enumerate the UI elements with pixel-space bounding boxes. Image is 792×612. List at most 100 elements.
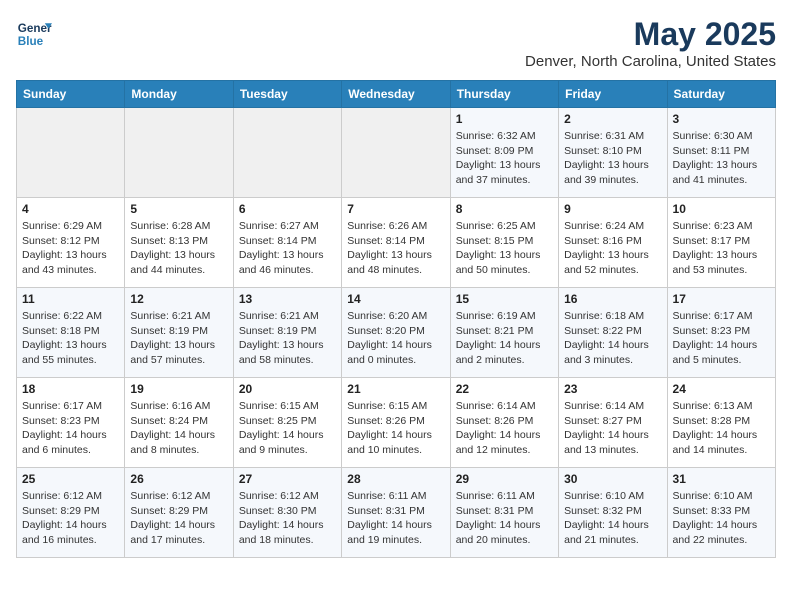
calendar-cell: 12 Sunrise: 6:21 AM Sunset: 8:19 PM Dayli… xyxy=(125,288,233,378)
day-info: Sunrise: 6:20 AM Sunset: 8:20 PM Dayligh… xyxy=(347,309,444,368)
calendar-cell: 15Sunrise: 6:19 AM Sunset: 8:21 PM Dayli… xyxy=(450,288,558,378)
day-number: 28 xyxy=(347,472,444,486)
logo: General Blue xyxy=(16,16,52,52)
header-friday: Friday xyxy=(559,81,667,108)
day-info: Sunrise: 6:10 AM Sunset: 8:32 PM Dayligh… xyxy=(564,489,661,548)
day-number: 12 xyxy=(130,292,227,306)
day-number: 11 xyxy=(22,292,119,306)
calendar-cell: 11 Sunrise: 6:22 AM Sunset: 8:18 PM Dayli… xyxy=(17,288,125,378)
days-header-row: Sunday Monday Tuesday Wednesday Thursday… xyxy=(17,81,776,108)
day-info: Sunrise: 6:12 AM Sunset: 8:29 PM Dayligh… xyxy=(130,489,227,548)
day-info: Sunrise: 6:12 AM Sunset: 8:29 PM Dayligh… xyxy=(22,489,119,548)
calendar-cell: 28 Sunrise: 6:11 AM Sunset: 8:31 PM Dayli… xyxy=(342,468,450,558)
calendar-cell: 17 Sunrise: 6:17 AM Sunset: 8:23 PM Dayli… xyxy=(667,288,775,378)
day-number: 31 xyxy=(673,472,770,486)
calendar-cell: 1 Sunrise: 6:32 AM Sunset: 8:09 PM Daylig… xyxy=(450,108,558,198)
calendar-cell: 30Sunrise: 6:10 AM Sunset: 8:32 PM Dayli… xyxy=(559,468,667,558)
calendar-cell: 20 Sunrise: 6:15 AM Sunset: 8:25 PM Dayli… xyxy=(233,378,341,468)
calendar-cell: 29 Sunrise: 6:11 AM Sunset: 8:31 PM Dayli… xyxy=(450,468,558,558)
header-thursday: Thursday xyxy=(450,81,558,108)
day-number: 8 xyxy=(456,202,553,216)
calendar-cell: 7 Sunrise: 6:26 AM Sunset: 8:14 PM Daylig… xyxy=(342,198,450,288)
day-info: Sunrise: 6:17 AM Sunset: 8:23 PM Dayligh… xyxy=(22,399,119,458)
day-number: 26 xyxy=(130,472,227,486)
day-number: 4 xyxy=(22,202,119,216)
day-info: Sunrise: 6:18 AM Sunset: 8:22 PM Dayligh… xyxy=(564,309,661,368)
calendar-cell: 23 Sunrise: 6:14 AM Sunset: 8:27 PM Dayli… xyxy=(559,378,667,468)
calendar-cell: 21 Sunrise: 6:15 AM Sunset: 8:26 PM Dayli… xyxy=(342,378,450,468)
day-info: Sunrise: 6:11 AM Sunset: 8:31 PM Dayligh… xyxy=(456,489,553,548)
header-tuesday: Tuesday xyxy=(233,81,341,108)
day-number: 10 xyxy=(673,202,770,216)
day-info: Sunrise: 6:15 AM Sunset: 8:25 PM Dayligh… xyxy=(239,399,336,458)
day-number: 16 xyxy=(564,292,661,306)
calendar-table: Sunday Monday Tuesday Wednesday Thursday… xyxy=(16,80,776,558)
calendar-cell: 24 Sunrise: 6:13 AM Sunset: 8:28 PM Dayli… xyxy=(667,378,775,468)
calendar-cell: 8 Sunrise: 6:25 AM Sunset: 8:15 PM Daylig… xyxy=(450,198,558,288)
day-info: Sunrise: 6:26 AM Sunset: 8:14 PM Dayligh… xyxy=(347,219,444,278)
calendar-cell xyxy=(342,108,450,198)
day-number: 23 xyxy=(564,382,661,396)
day-info: Sunrise: 6:25 AM Sunset: 8:15 PM Dayligh… xyxy=(456,219,553,278)
header-wednesday: Wednesday xyxy=(342,81,450,108)
day-info: Sunrise: 6:21 AM Sunset: 8:19 PM Dayligh… xyxy=(130,309,227,368)
calendar-cell xyxy=(233,108,341,198)
calendar-cell: 26 Sunrise: 6:12 AM Sunset: 8:29 PM Dayli… xyxy=(125,468,233,558)
calendar-cell: 16 Sunrise: 6:18 AM Sunset: 8:22 PM Dayli… xyxy=(559,288,667,378)
day-number: 2 xyxy=(564,112,661,126)
day-number: 20 xyxy=(239,382,336,396)
week-row-1: 1 Sunrise: 6:32 AM Sunset: 8:09 PM Daylig… xyxy=(17,108,776,198)
day-info: Sunrise: 6:15 AM Sunset: 8:26 PM Dayligh… xyxy=(347,399,444,458)
title-area: May 2025 Denver, North Carolina, United … xyxy=(525,16,776,70)
day-info: Sunrise: 6:11 AM Sunset: 8:31 PM Dayligh… xyxy=(347,489,444,548)
calendar-title: May 2025 xyxy=(525,16,776,53)
day-number: 25 xyxy=(22,472,119,486)
calendar-cell: 10 Sunrise: 6:23 AM Sunset: 8:17 PM Dayli… xyxy=(667,198,775,288)
day-info: Sunrise: 6:14 AM Sunset: 8:27 PM Dayligh… xyxy=(564,399,661,458)
logo-icon: General Blue xyxy=(16,16,52,52)
header-sunday: Sunday xyxy=(17,81,125,108)
calendar-cell: 2Sunrise: 6:31 AM Sunset: 8:10 PM Daylig… xyxy=(559,108,667,198)
calendar-cell: 19Sunrise: 6:16 AM Sunset: 8:24 PM Dayli… xyxy=(125,378,233,468)
day-number: 14 xyxy=(347,292,444,306)
calendar-subtitle: Denver, North Carolina, United States xyxy=(525,53,776,70)
day-number: 17 xyxy=(673,292,770,306)
week-row-3: 11 Sunrise: 6:22 AM Sunset: 8:18 PM Dayli… xyxy=(17,288,776,378)
day-info: Sunrise: 6:30 AM Sunset: 8:11 PM Dayligh… xyxy=(673,129,770,188)
calendar-cell: 5Sunrise: 6:28 AM Sunset: 8:13 PM Daylig… xyxy=(125,198,233,288)
day-number: 21 xyxy=(347,382,444,396)
calendar-cell: 3 Sunrise: 6:30 AM Sunset: 8:11 PM Daylig… xyxy=(667,108,775,198)
calendar-cell: 31 Sunrise: 6:10 AM Sunset: 8:33 PM Dayli… xyxy=(667,468,775,558)
day-number: 7 xyxy=(347,202,444,216)
calendar-cell: 13Sunrise: 6:21 AM Sunset: 8:19 PM Dayli… xyxy=(233,288,341,378)
day-info: Sunrise: 6:32 AM Sunset: 8:09 PM Dayligh… xyxy=(456,129,553,188)
day-number: 9 xyxy=(564,202,661,216)
day-number: 1 xyxy=(456,112,553,126)
day-number: 18 xyxy=(22,382,119,396)
day-info: Sunrise: 6:10 AM Sunset: 8:33 PM Dayligh… xyxy=(673,489,770,548)
day-info: Sunrise: 6:12 AM Sunset: 8:30 PM Dayligh… xyxy=(239,489,336,548)
day-info: Sunrise: 6:27 AM Sunset: 8:14 PM Dayligh… xyxy=(239,219,336,278)
week-row-5: 25 Sunrise: 6:12 AM Sunset: 8:29 PM Dayli… xyxy=(17,468,776,558)
day-number: 29 xyxy=(456,472,553,486)
week-row-4: 18 Sunrise: 6:17 AM Sunset: 8:23 PM Dayli… xyxy=(17,378,776,468)
calendar-cell: 9 Sunrise: 6:24 AM Sunset: 8:16 PM Daylig… xyxy=(559,198,667,288)
day-info: Sunrise: 6:23 AM Sunset: 8:17 PM Dayligh… xyxy=(673,219,770,278)
day-number: 5 xyxy=(130,202,227,216)
day-info: Sunrise: 6:22 AM Sunset: 8:18 PM Dayligh… xyxy=(22,309,119,368)
day-number: 3 xyxy=(673,112,770,126)
svg-text:Blue: Blue xyxy=(18,35,44,48)
day-info: Sunrise: 6:29 AM Sunset: 8:12 PM Dayligh… xyxy=(22,219,119,278)
day-info: Sunrise: 6:13 AM Sunset: 8:28 PM Dayligh… xyxy=(673,399,770,458)
calendar-cell: 18 Sunrise: 6:17 AM Sunset: 8:23 PM Dayli… xyxy=(17,378,125,468)
header-monday: Monday xyxy=(125,81,233,108)
day-number: 6 xyxy=(239,202,336,216)
day-info: Sunrise: 6:17 AM Sunset: 8:23 PM Dayligh… xyxy=(673,309,770,368)
day-info: Sunrise: 6:24 AM Sunset: 8:16 PM Dayligh… xyxy=(564,219,661,278)
calendar-cell: 27Sunrise: 6:12 AM Sunset: 8:30 PM Dayli… xyxy=(233,468,341,558)
day-number: 13 xyxy=(239,292,336,306)
day-number: 24 xyxy=(673,382,770,396)
calendar-cell: 22Sunrise: 6:14 AM Sunset: 8:26 PM Dayli… xyxy=(450,378,558,468)
day-info: Sunrise: 6:14 AM Sunset: 8:26 PM Dayligh… xyxy=(456,399,553,458)
week-row-2: 4 Sunrise: 6:29 AM Sunset: 8:12 PM Daylig… xyxy=(17,198,776,288)
